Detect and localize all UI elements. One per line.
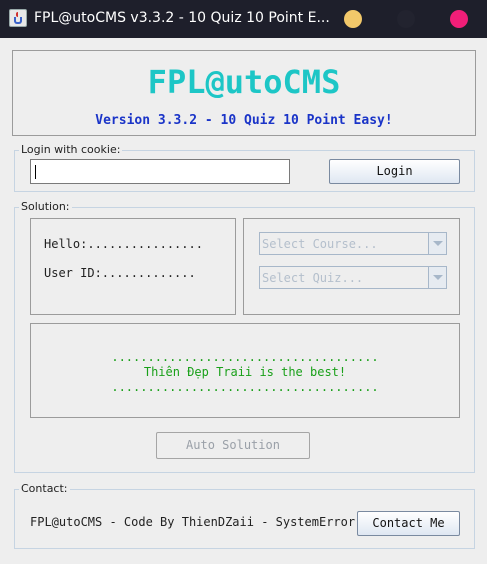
chevron-down-icon[interactable] xyxy=(428,267,446,288)
credit-text: FPL@utoCMS - Code By ThienDZaii - System… xyxy=(30,515,356,529)
login-button[interactable]: Login xyxy=(329,159,460,184)
hello-label: Hello:................ xyxy=(44,237,203,251)
solution-legend: Solution: xyxy=(19,200,72,213)
chevron-down-icon[interactable] xyxy=(428,233,446,254)
login-legend: Login with cookie: xyxy=(19,143,123,156)
close-button[interactable] xyxy=(450,10,468,28)
message-text: Thiên Đẹp Traii is the best! xyxy=(143,365,347,379)
user-id-label: User ID:............. xyxy=(44,266,196,280)
message-dots-top: ..................................... xyxy=(111,350,379,364)
cookie-input[interactable] xyxy=(30,159,290,184)
window-title: FPL@utoCMS v3.3.2 - 10 Quiz 10 Point E..… xyxy=(34,10,330,26)
user-info-panel: Hello:................ User ID:.........… xyxy=(30,218,236,315)
header-panel: FPL@utoCMS Version 3.3.2 - 10 Quiz 10 Po… xyxy=(12,50,476,136)
quiz-select[interactable]: Select Quiz... xyxy=(259,266,447,289)
message-dots-bottom: ..................................... xyxy=(111,380,379,394)
contact-me-button[interactable]: Contact Me xyxy=(357,511,460,536)
message-panel: ..................................... Th… xyxy=(30,323,460,418)
version-text: Version 3.3.2 - 10 Quiz 10 Point Easy! xyxy=(95,113,393,128)
brand-title: FPL@utoCMS xyxy=(147,63,341,101)
text-caret xyxy=(35,165,36,179)
course-select-placeholder: Select Course... xyxy=(262,237,378,251)
auto-solution-button[interactable]: Auto Solution xyxy=(156,432,310,459)
quiz-select-placeholder: Select Quiz... xyxy=(262,271,364,285)
minimize-button[interactable] xyxy=(344,10,362,28)
login-group: Login with cookie: Login xyxy=(14,143,475,192)
course-select[interactable]: Select Course... xyxy=(259,232,447,255)
title-bar: FPL@utoCMS v3.3.2 - 10 Quiz 10 Point E..… xyxy=(0,0,487,38)
contact-group: Contact: FPL@utoCMS - Code By ThienDZaii… xyxy=(14,482,475,549)
maximize-button[interactable] xyxy=(397,10,415,28)
select-panel: Select Course... Select Quiz... xyxy=(243,218,460,315)
contact-legend: Contact: xyxy=(19,482,70,495)
java-app-icon xyxy=(9,9,27,27)
solution-group: Solution: Hello:................ User ID… xyxy=(14,200,475,473)
